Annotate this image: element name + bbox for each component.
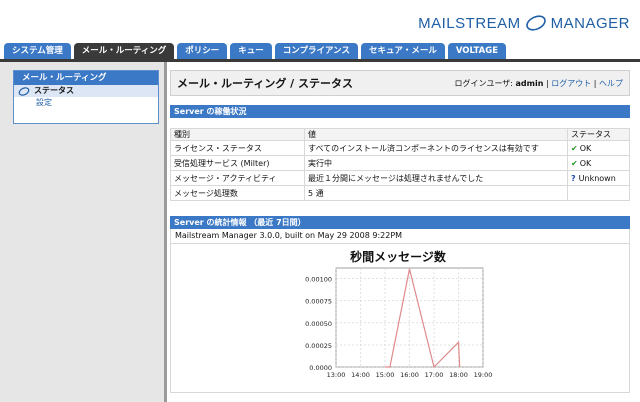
check-icon: ✔ bbox=[571, 143, 578, 153]
sidebar-divider bbox=[164, 62, 167, 402]
row-value: 5 通 bbox=[304, 185, 568, 201]
tab-system-admin[interactable]: システム管理 bbox=[4, 43, 71, 59]
tab-queue[interactable]: キュー bbox=[230, 43, 272, 59]
row-value: 実行中 bbox=[304, 155, 568, 171]
app-logo: MAILSTREAM MANAGER bbox=[418, 12, 630, 34]
table-row: ライセンス・ステータス すべてのインストール済コンポーネントのライセンスは有効で… bbox=[170, 140, 630, 156]
row-value: すべてのインストール済コンポーネントのライセンスは有効です bbox=[304, 140, 568, 156]
help-link[interactable]: ヘルプ bbox=[599, 79, 623, 88]
x-tick-label: 14:00 bbox=[351, 371, 370, 379]
tab-mail-routing[interactable]: メール・ルーティング bbox=[73, 43, 175, 59]
chart-panel: 秒間メッセージ数 0.0000 0.00025 0.00050 0.00075 0.00… bbox=[170, 243, 630, 393]
sidebar-item-label: ステータス bbox=[34, 86, 74, 95]
check-icon: ✔ bbox=[571, 158, 578, 168]
column-header-value: 値 bbox=[304, 128, 568, 141]
tab-voltage[interactable]: VOLTAGE bbox=[447, 43, 507, 59]
x-tick-label: 16:00 bbox=[400, 371, 419, 379]
logo-swoosh-icon bbox=[525, 15, 546, 31]
row-type: メッセージ・アクティビティ bbox=[170, 170, 305, 186]
y-tick-label: 0.00075 bbox=[305, 298, 332, 306]
status-text: OK bbox=[579, 158, 592, 168]
logo-text-2: MANAGER bbox=[550, 14, 630, 32]
chart-title: 秒間メッセージ数 bbox=[350, 249, 447, 264]
status-table: 種別 値 ステータス ライセンス・ステータス すべてのインストール済コンポーネン… bbox=[170, 128, 630, 201]
x-tick-label: 19:00 bbox=[474, 371, 493, 379]
row-status bbox=[567, 185, 630, 201]
row-type: 受信処理サービス (Milter) bbox=[170, 155, 305, 171]
table-row: メッセージ処理数 5 通 bbox=[170, 185, 630, 201]
question-icon: ? bbox=[571, 173, 576, 183]
row-type: ライセンス・ステータス bbox=[170, 140, 305, 156]
table-row: メッセージ・アクティビティ 最近１分間にメッセージは処理されませんでした ? Un… bbox=[170, 170, 630, 186]
x-tick-label: 18:00 bbox=[449, 371, 468, 379]
page-title: メール・ルーティング / ステータス bbox=[177, 77, 354, 90]
x-tick-label: 15:00 bbox=[376, 371, 395, 379]
sidebar-menu: メール・ルーティング ステータス 設定 bbox=[13, 70, 159, 124]
x-tick-label: 13:00 bbox=[327, 371, 346, 379]
row-status: ✔ OK bbox=[567, 155, 630, 171]
login-label: ログインユーザ: bbox=[454, 78, 516, 88]
messages-per-second-chart: 秒間メッセージ数 0.00000.000250.000500.000750.00… bbox=[305, 249, 493, 379]
y-tick-label: 0.00025 bbox=[305, 342, 332, 350]
tab-policy[interactable]: ポリシー bbox=[177, 43, 228, 59]
mailstream-icon bbox=[18, 86, 30, 96]
status-text: OK bbox=[579, 143, 592, 153]
row-status: ✔ OK bbox=[567, 140, 630, 156]
sidebar-item-settings[interactable]: 設定 bbox=[14, 97, 158, 109]
main-tabs: システム管理 メール・ルーティング ポリシー キュー コンプライアンス セキュア… bbox=[4, 43, 640, 59]
row-value: 最近１分間にメッセージは処理されませんでした bbox=[304, 170, 568, 186]
logout-link[interactable]: ログアウト bbox=[551, 79, 591, 88]
column-header-type: 種別 bbox=[170, 128, 305, 141]
sidebar-item-status[interactable]: ステータス bbox=[14, 85, 158, 97]
table-header-row: 種別 値 ステータス bbox=[170, 128, 630, 141]
y-tick-label: 0.00050 bbox=[305, 320, 332, 328]
stats-section-header: Server の統計情報 （最近 7日間） bbox=[170, 216, 630, 229]
sidebar-header: メール・ルーティング bbox=[14, 71, 158, 85]
table-row: 受信処理サービス (Milter) 実行中 ✔ OK bbox=[170, 155, 630, 171]
logo-text-1: MAILSTREAM bbox=[418, 14, 521, 32]
column-header-status: ステータス bbox=[567, 128, 630, 141]
status-text: Unknown bbox=[578, 173, 616, 183]
build-info: Mailstream Manager 3.0.0, built on May 2… bbox=[170, 229, 630, 243]
row-status: ? Unknown bbox=[567, 170, 630, 186]
status-section-header: Server の稼働状況 bbox=[170, 105, 630, 118]
username: admin bbox=[515, 78, 544, 88]
row-type: メッセージ処理数 bbox=[170, 185, 305, 201]
tab-compliance[interactable]: コンプライアンス bbox=[274, 43, 359, 59]
user-info: ログインユーザ: admin | ログアウト | ヘルプ bbox=[454, 78, 623, 88]
tab-secure-mail[interactable]: セキュア・メール bbox=[361, 43, 445, 59]
page-header: メール・ルーティング / ステータス ログインユーザ: admin | ログアウ… bbox=[170, 70, 630, 96]
y-tick-label: 0.00100 bbox=[305, 276, 332, 284]
x-tick-label: 17:00 bbox=[425, 371, 444, 379]
